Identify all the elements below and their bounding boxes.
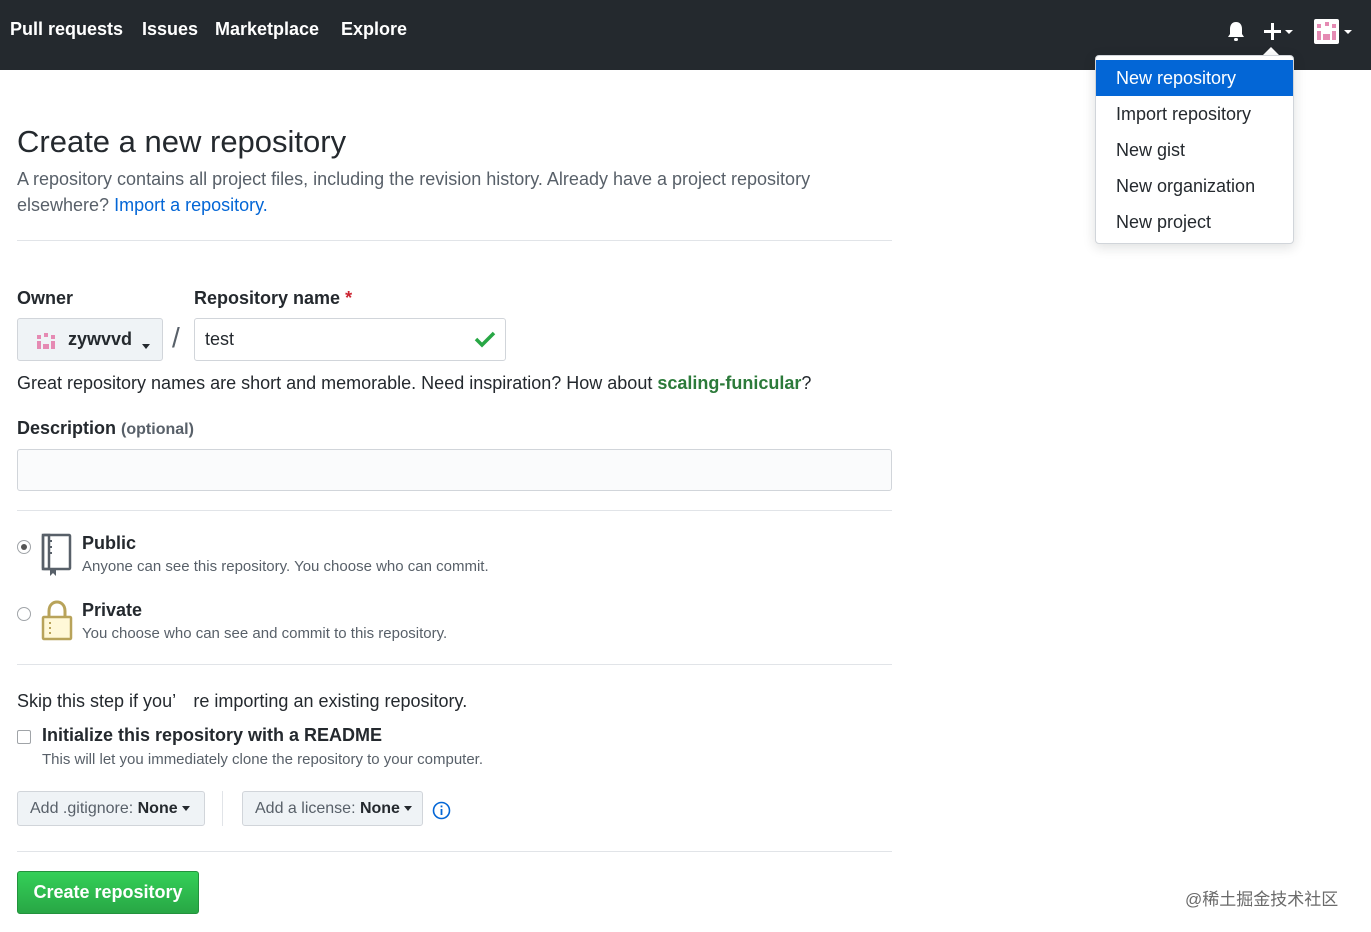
repo-name-label-text: Repository name <box>194 288 341 308</box>
owner-value: zywvvd <box>68 329 133 349</box>
nav-explore[interactable]: Explore <box>341 19 407 40</box>
repository-name-input[interactable] <box>194 318 506 361</box>
gitignore-value: None <box>137 800 178 817</box>
owner-avatar <box>35 331 57 356</box>
description-input[interactable] <box>17 449 892 491</box>
page-subtitle: A repository contains all project files,… <box>17 166 877 218</box>
owner-label: Owner <box>17 288 74 308</box>
name-suggestion[interactable]: scaling-funicular <box>657 373 801 393</box>
gitignore-prefix: Add .gitignore: <box>30 800 138 817</box>
optional-note: (optional) <box>121 421 194 438</box>
description-label: Description (optional) <box>17 418 194 439</box>
required-mark: * <box>345 288 353 308</box>
private-note: You choose who can see and commit to thi… <box>82 625 448 642</box>
nav-pull-requests[interactable]: Pull requests <box>10 19 123 40</box>
menu-item-new-organization[interactable]: New organization <box>1096 168 1293 204</box>
chevron-down-icon <box>138 338 150 356</box>
hint-suffix: ? <box>801 373 812 393</box>
create-repository-button[interactable]: Create repository <box>17 871 199 914</box>
gitignore-select[interactable]: Add .gitignore: None <box>17 791 205 826</box>
license-prefix: Add a license: <box>255 800 360 817</box>
info-icon[interactable] <box>432 801 451 825</box>
private-radio[interactable] <box>17 607 31 621</box>
nav-marketplace[interactable]: Marketplace <box>215 19 319 40</box>
dropdown-caret <box>1263 47 1279 55</box>
divider <box>17 510 892 511</box>
bell-icon[interactable] <box>1227 21 1245 48</box>
page-title: Create a new repository <box>17 124 347 159</box>
public-radio[interactable] <box>17 540 31 554</box>
create-dropdown-menu: New repository Import repository New gis… <box>1095 55 1294 244</box>
owner-repo-separator: / <box>172 322 180 353</box>
skip-step-text: Skip this step if you’ re importing an e… <box>17 691 468 711</box>
menu-item-import-repository[interactable]: Import repository <box>1096 96 1293 132</box>
import-repository-link[interactable]: Import a repository. <box>114 195 268 215</box>
avatar[interactable] <box>1314 19 1356 50</box>
menu-item-new-repository[interactable]: New repository <box>1096 60 1293 96</box>
readme-note: This will let you immediately clone the … <box>42 751 484 768</box>
plus-icon[interactable] <box>1263 21 1295 48</box>
repo-name-hint: Great repository names are short and mem… <box>17 373 811 394</box>
public-title: Public <box>82 533 137 553</box>
private-title: Private <box>82 600 143 620</box>
watermark: @稀土掘金技术社区 <box>1185 890 1339 909</box>
menu-item-new-project[interactable]: New project <box>1096 204 1293 240</box>
select-separator <box>222 791 223 826</box>
license-value: None <box>359 800 400 817</box>
owner-select[interactable]: zywvvd <box>17 318 163 361</box>
readme-title: Initialize this repository with a README <box>42 725 383 745</box>
menu-item-new-gist[interactable]: New gist <box>1096 132 1293 168</box>
divider <box>17 851 892 852</box>
readme-checkbox[interactable] <box>17 730 31 744</box>
repo-icon <box>40 533 74 582</box>
license-select[interactable]: Add a license: None <box>242 791 423 826</box>
check-icon <box>474 330 496 353</box>
nav-issues[interactable]: Issues <box>142 19 198 40</box>
lock-icon <box>40 600 74 647</box>
divider <box>17 240 892 241</box>
divider <box>17 664 892 665</box>
repo-name-label: Repository name * <box>194 288 352 309</box>
chevron-down-icon <box>403 806 412 812</box>
public-note: Anyone can see this repository. You choo… <box>82 558 489 575</box>
description-label-text: Description <box>17 418 117 438</box>
chevron-down-icon <box>181 806 190 812</box>
hint-text: Great repository names are short and mem… <box>17 373 658 393</box>
